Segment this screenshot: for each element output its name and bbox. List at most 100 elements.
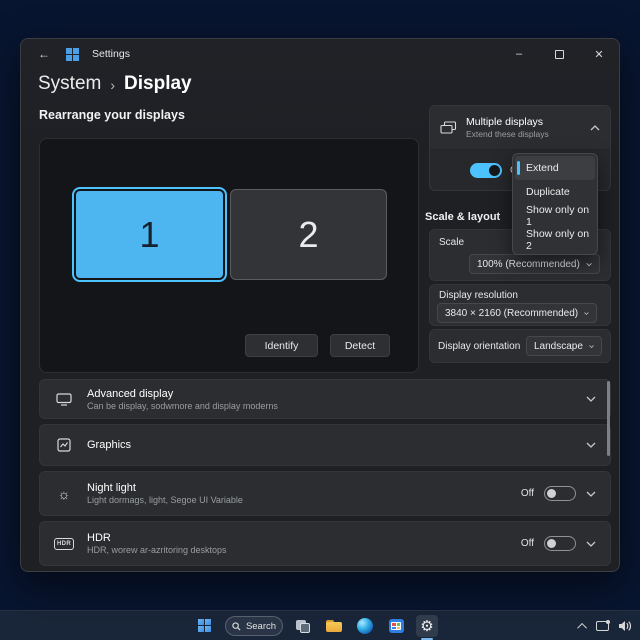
caption-controls: – ✕ [499,39,619,69]
detect-button[interactable]: Detect [330,334,390,357]
orientation-value: Landscape [534,340,583,352]
chevron-down-icon [589,344,594,348]
minimize-button[interactable]: – [499,39,539,69]
breadcrumb: System › Display [38,69,192,99]
search-box[interactable]: Search [225,616,283,636]
hidden-icons-chevron[interactable] [577,622,588,633]
settings-window: ← Settings – ✕ System › Display Rearrang… [20,38,620,572]
monitor-2-label: 2 [298,213,319,255]
menu-item-label: Show only on 2 [526,228,590,252]
store-button[interactable] [385,615,407,637]
volume-icon[interactable] [618,620,632,632]
orientation-label: Display orientation [438,340,521,352]
toggle-knob [489,164,500,176]
rearrange-displays-heading: Rearrange your displays [39,108,185,122]
toggle-knob [547,489,556,498]
chevron-down-icon [586,491,596,497]
menu-item-label: Extend [526,162,559,174]
night-light-state: Off [520,488,534,499]
resolution-value: 3840 × 2160 (Recommended) [445,307,579,319]
hdr-icon: HDR [54,537,74,550]
monitor-icon [54,392,74,406]
breadcrumb-separator: › [110,77,116,93]
breadcrumb-system[interactable]: System [38,73,101,95]
row-subtitle: Light dormags, light, Segoe UI Variable [87,495,243,505]
file-explorer-button[interactable] [323,615,345,637]
chevron-up-icon [590,124,600,130]
maximize-button[interactable] [539,39,579,69]
settings-app-icon [66,47,79,61]
start-button[interactable] [194,615,216,637]
gear-icon: ⚙ [420,617,434,635]
toggle-knob [547,539,556,548]
taskbar: Search ⚙ [0,610,640,640]
page-title: Display [124,73,192,94]
chevron-down-icon [586,541,596,547]
display-arrangement-canvas: 1 2 Identify Detect [39,138,419,373]
chevron-down-icon [584,311,589,315]
orientation-card: Display orientation Landscape [429,329,611,363]
night-light-icon: ☼ [57,485,71,502]
identify-button[interactable]: Identify [245,334,318,357]
maximize-icon [554,49,564,59]
multiple-displays-texts: Multiple displays Extend these displays [466,116,581,139]
network-icon[interactable] [596,620,610,631]
scale-select[interactable]: 100% (Recommended) [469,254,600,274]
edge-icon [357,618,373,634]
scale-value: 100% (Recommended) [477,258,580,270]
scrollbar[interactable] [607,381,610,456]
task-view-icon [295,619,311,633]
hdr-toggle[interactable] [544,536,576,551]
row-title: Advanced display [87,387,174,400]
back-button[interactable]: ← [35,47,53,61]
hdr-state: Off [520,538,534,549]
resolution-select[interactable]: 3840 × 2160 (Recommended) [437,303,597,323]
menu-item-show-only-1[interactable]: Show only on 1 [515,204,595,228]
menu-item-label: Duplicate [526,186,570,198]
advanced-display-row[interactable]: Advanced display Can be display, sodwmor… [39,379,611,419]
row-title: HDR [87,532,111,544]
multiple-displays-expander[interactable]: Multiple displays Extend these displays [430,106,610,150]
settings-taskbar-button[interactable]: ⚙ [416,615,438,640]
resolution-label: Display resolution [439,290,518,301]
row-title: Graphics [87,438,132,451]
window-title: Settings [92,48,130,60]
menu-item-duplicate[interactable]: Duplicate [515,180,595,204]
hdr-row[interactable]: HDR HDR HDR, worew ar-azritoring desktop… [39,521,611,566]
row-texts: Advanced display Can be display, sodwmor… [87,388,573,411]
system-tray [577,611,632,640]
multiple-displays-icon [440,120,457,134]
windows-logo-icon [198,619,212,633]
taskbar-center: Search ⚙ [194,611,438,640]
row-texts: Night light Light dormags, light, Segoe … [87,482,508,505]
monitor-1[interactable]: 1 [72,187,227,282]
chevron-down-icon [586,262,592,266]
chevron-down-icon [586,442,596,448]
monitor-2[interactable]: 2 [230,189,387,280]
multiple-displays-menu: Extend Duplicate Show only on 1 Show onl… [512,153,598,255]
graphics-icon [54,438,74,452]
scale-label: Scale [439,237,465,248]
row-subtitle: HDR, worew ar-azritoring desktops [87,545,227,555]
row-title: Night light [87,482,136,494]
selected-indicator [517,161,520,175]
multiple-displays-subtitle: Extend these displays [466,129,549,139]
close-button[interactable]: ✕ [579,39,619,69]
multiple-displays-toggle[interactable] [470,162,502,178]
row-texts: Graphics [87,439,573,452]
orientation-select[interactable]: Landscape [526,336,602,356]
task-view-button[interactable] [292,615,314,637]
night-light-toggle[interactable] [544,486,576,501]
desktop: { "window": { "title": "Settings", "back… [0,0,640,640]
row-subtitle: Can be display, sodwmore and display mod… [87,400,278,411]
graphics-row[interactable]: Graphics [39,424,611,466]
edge-button[interactable] [354,615,376,637]
menu-item-show-only-2[interactable]: Show only on 2 [515,228,595,252]
scale-layout-heading: Scale & layout [425,211,501,223]
monitor-1-label: 1 [139,213,160,255]
menu-item-extend[interactable]: Extend [515,156,595,180]
menu-item-label: Show only on 1 [526,204,590,228]
store-icon [388,619,404,633]
search-label: Search [245,620,277,632]
night-light-row[interactable]: ☼ Night light Light dormags, light, Sego… [39,471,611,516]
